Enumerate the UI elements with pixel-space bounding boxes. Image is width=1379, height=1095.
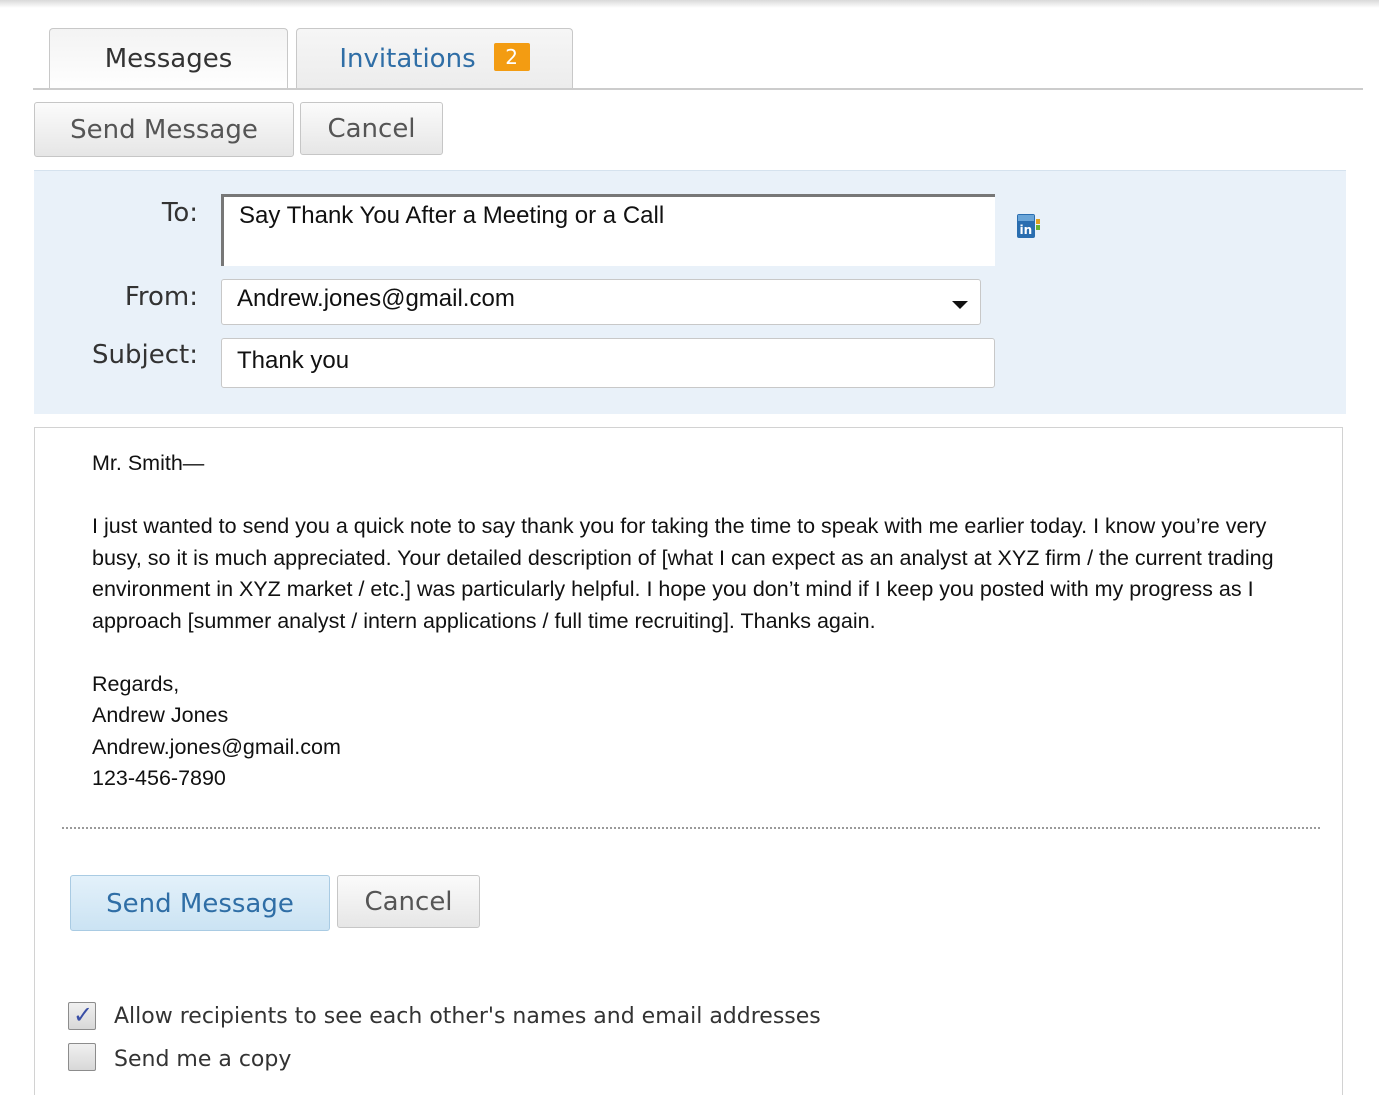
tab-messages[interactable]: Messages <box>49 28 288 90</box>
to-field[interactable]: Say Thank You After a Meeting or a Call <box>221 194 995 266</box>
cancel-button-top[interactable]: Cancel <box>300 102 443 155</box>
svg-text:in: in <box>1020 223 1033 237</box>
body-closing: Regards, <box>92 671 180 696</box>
tab-invitations-label: Invitations <box>339 44 476 74</box>
to-label: To: <box>161 198 198 228</box>
message-body-text[interactable]: Mr. Smith— I just wanted to send you a q… <box>92 448 1302 795</box>
cancel-button[interactable]: Cancel <box>337 875 480 928</box>
tab-invitations[interactable]: Invitations 2 <box>296 28 573 88</box>
subject-field[interactable]: Thank you <box>221 338 995 388</box>
send-message-button-top[interactable]: Send Message <box>34 102 294 157</box>
body-greeting: Mr. Smith— <box>92 451 205 475</box>
subject-field-value: Thank you <box>237 347 350 374</box>
linkedin-icon[interactable]: in <box>1017 210 1041 242</box>
invitations-count-badge: 2 <box>493 43 530 71</box>
dotted-divider <box>62 827 1320 829</box>
to-field-value: Say Thank You After a Meeting or a Call <box>239 202 665 229</box>
body-paragraph: I just wanted to send you a quick note t… <box>92 514 1274 633</box>
allow-recipients-label[interactable]: Allow recipients to see each other's nam… <box>114 1004 821 1029</box>
subject-label: Subject: <box>92 340 198 370</box>
body-signature-phone: 123-456-7890 <box>92 766 226 790</box>
from-select[interactable]: Andrew.jones@gmail.com <box>221 279 981 325</box>
from-select-value: Andrew.jones@gmail.com <box>237 285 515 312</box>
body-signature-email: Andrew.jones@gmail.com <box>92 734 341 759</box>
allow-recipients-checkbox[interactable]: ✓ <box>68 1001 96 1030</box>
send-copy-checkbox[interactable] <box>68 1043 96 1071</box>
tab-divider <box>33 88 1363 90</box>
from-label: From: <box>124 282 198 312</box>
send-copy-label[interactable]: Send me a copy <box>114 1047 291 1072</box>
tab-messages-label: Messages <box>104 44 233 74</box>
checkmark-icon: ✓ <box>73 1001 94 1029</box>
send-message-button[interactable]: Send Message <box>70 875 330 931</box>
chevron-down-icon <box>952 301 968 309</box>
body-signature-name: Andrew Jones <box>92 703 229 727</box>
top-shadow <box>0 0 1379 8</box>
